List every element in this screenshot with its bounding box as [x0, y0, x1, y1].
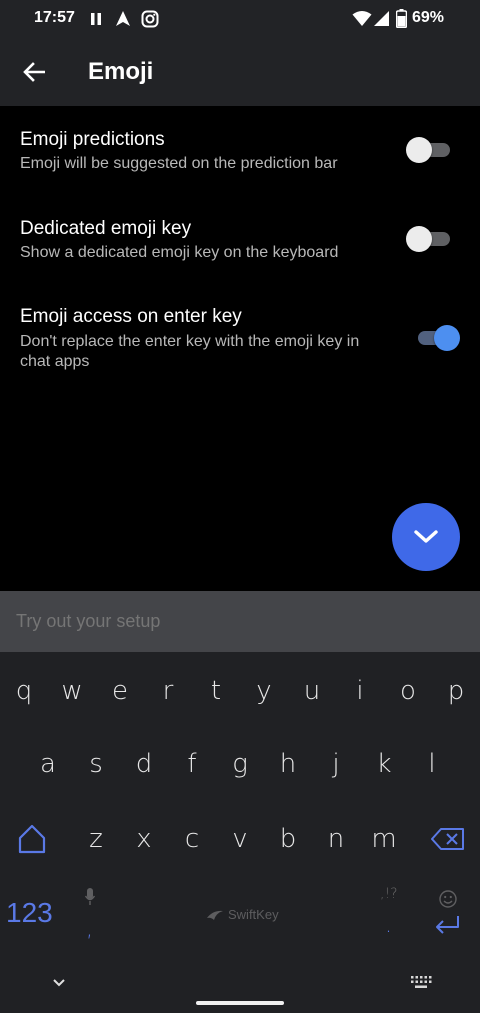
chevron-down-icon — [414, 530, 438, 543]
status-bar: 17:57 69% — [0, 0, 480, 38]
try-out-bar — [0, 591, 480, 652]
swiftkey-brand-label: SwiftKey — [228, 907, 279, 922]
setting-emoji-access-enter-key[interactable]: Emoji access on enter key Don't replace … — [0, 284, 480, 384]
toggle-thumb — [406, 137, 432, 163]
key-z[interactable]: z — [72, 809, 120, 869]
keyboard-icon — [411, 976, 432, 988]
key-p[interactable]: p — [432, 661, 480, 721]
setting-subtitle: Emoji will be suggested on the predictio… — [20, 155, 338, 172]
shift-icon — [18, 824, 46, 854]
toggle-thumb — [434, 325, 460, 351]
arrow-left-icon — [23, 62, 45, 82]
key-d[interactable]: d — [120, 734, 168, 794]
key-o[interactable]: o — [384, 661, 432, 721]
key-b[interactable]: b — [264, 809, 312, 869]
battery-percent: 69% — [412, 9, 445, 26]
setting-subtitle: Show a dedicated emoji key on the keyboa… — [20, 244, 339, 261]
scroll-down-fab[interactable] — [392, 503, 460, 571]
key-c[interactable]: c — [168, 809, 216, 869]
key-n[interactable]: n — [312, 809, 360, 869]
setting-subtitle: Don't replace the enter key with the emo… — [20, 333, 360, 370]
enter-key[interactable] — [424, 877, 472, 947]
microphone-icon — [84, 883, 96, 913]
backspace-key[interactable] — [424, 809, 472, 869]
numbers-key[interactable]: 123 — [6, 897, 53, 929]
keyboard-switcher-button[interactable] — [404, 970, 438, 994]
enter-icon — [433, 913, 461, 943]
key-y[interactable]: y — [240, 661, 288, 721]
shift-key[interactable] — [8, 809, 56, 869]
swiftkey-logo-icon — [207, 910, 223, 920]
punctuation-hint: ,!? — [380, 886, 398, 902]
wifi-icon — [352, 10, 372, 32]
key-q[interactable]: q — [0, 661, 48, 721]
setting-dedicated-emoji-key[interactable]: Dedicated emoji key Show a dedicated emo… — [0, 194, 480, 284]
instagram-icon — [141, 10, 159, 33]
status-time: 17:57 — [34, 9, 75, 26]
key-e[interactable]: e — [96, 661, 144, 721]
key-v[interactable]: v — [216, 809, 264, 869]
pause-icon — [90, 12, 102, 31]
backspace-icon — [431, 828, 464, 850]
battery-icon — [395, 9, 408, 33]
key-m[interactable]: m — [360, 809, 408, 869]
key-j[interactable]: j — [312, 734, 360, 794]
key-s[interactable]: s — [72, 734, 120, 794]
app-bar: Emoji — [0, 38, 480, 106]
dedicated-emoji-key-toggle[interactable] — [406, 226, 450, 252]
key-i[interactable]: i — [336, 661, 384, 721]
key-x[interactable]: x — [120, 809, 168, 869]
emoji-predictions-toggle[interactable] — [406, 137, 450, 163]
emoji-access-enter-key-toggle[interactable] — [414, 325, 460, 351]
keyboard: q w e r t y u i o p a s d f g h j k l z … — [0, 652, 480, 1013]
key-r[interactable]: r — [144, 661, 192, 721]
hide-keyboard-button[interactable] — [44, 970, 74, 994]
key-k[interactable]: k — [360, 734, 408, 794]
back-button[interactable] — [16, 54, 52, 90]
key-a[interactable]: a — [24, 734, 72, 794]
key-h[interactable]: h — [264, 734, 312, 794]
key-l[interactable]: l — [408, 734, 456, 794]
smiley-icon — [439, 885, 457, 915]
navigation-icon — [114, 10, 132, 33]
comma-label: , — [86, 917, 93, 942]
key-w[interactable]: w — [48, 661, 96, 721]
setting-emoji-predictions[interactable]: Emoji predictions Emoji will be suggeste… — [0, 106, 480, 194]
chevron-down-icon — [53, 978, 65, 986]
key-f[interactable]: f — [168, 734, 216, 794]
try-out-input[interactable] — [16, 611, 456, 632]
key-t[interactable]: t — [192, 661, 240, 721]
period-key[interactable]: ,!? . — [364, 877, 412, 947]
page-title: Emoji — [88, 58, 154, 85]
key-g[interactable]: g — [216, 734, 264, 794]
comma-key[interactable]: , — [66, 877, 114, 947]
signal-icon — [373, 10, 390, 32]
period-label: . — [385, 913, 392, 938]
setting-title: Emoji predictions — [20, 129, 165, 150]
gesture-nav-handle[interactable] — [196, 1001, 284, 1005]
setting-title: Dedicated emoji key — [20, 218, 192, 239]
spacebar[interactable]: SwiftKey — [205, 907, 279, 922]
setting-title: Emoji access on enter key — [20, 306, 242, 327]
key-u[interactable]: u — [288, 661, 336, 721]
toggle-thumb — [406, 226, 432, 252]
